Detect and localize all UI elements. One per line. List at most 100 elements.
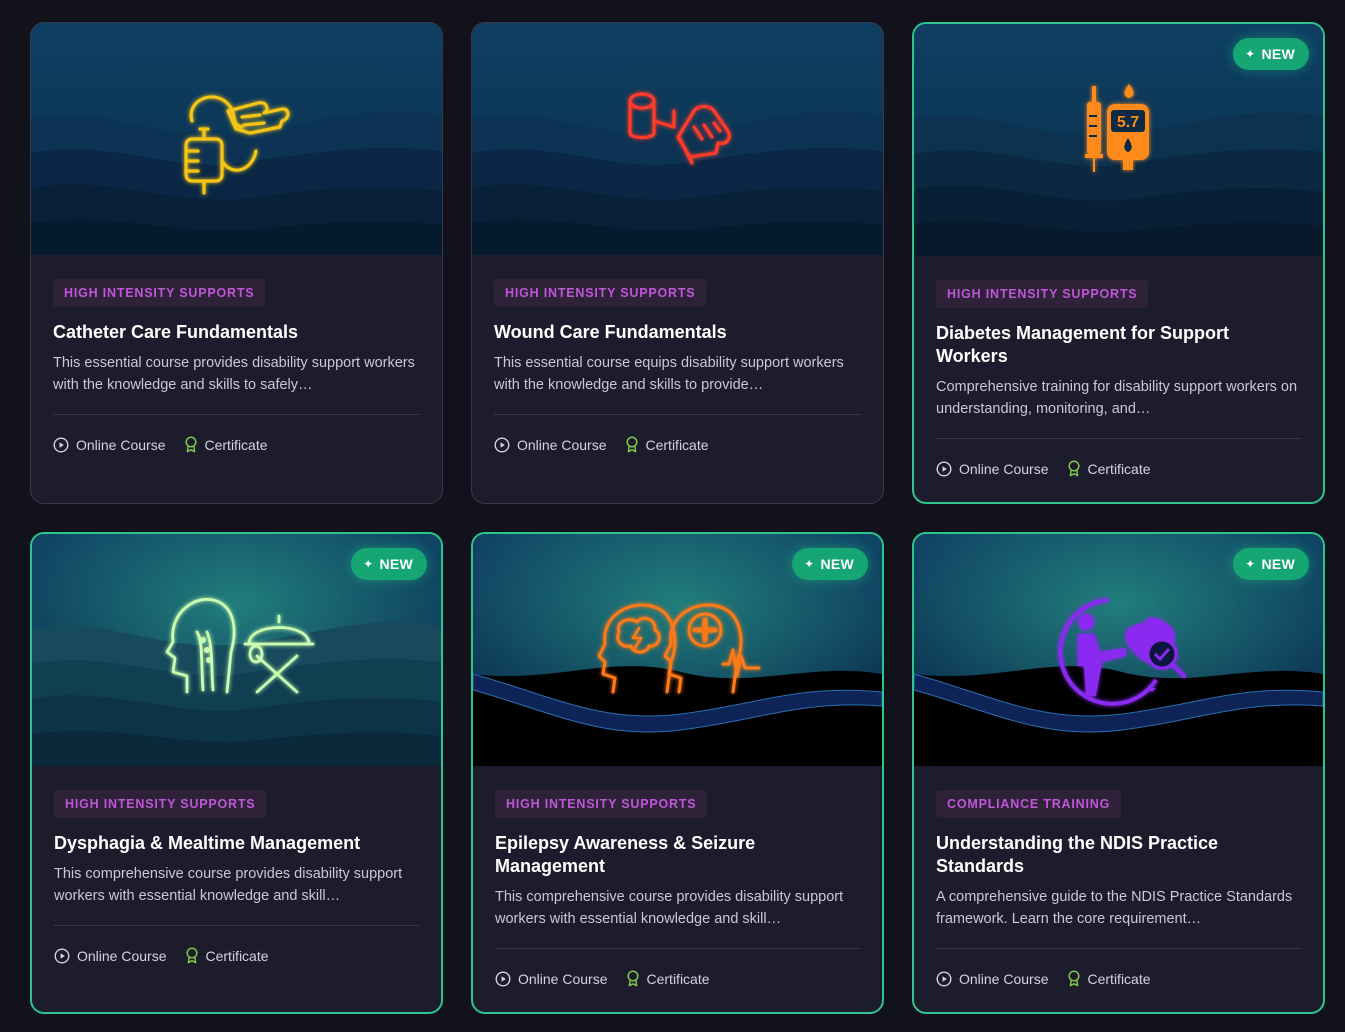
- course-credential-label: Certificate: [1087, 460, 1151, 477]
- divider: [936, 438, 1301, 439]
- course-description: This comprehensive course provides disab…: [54, 866, 403, 904]
- divider: [494, 414, 861, 415]
- category-tag: HIGH INTENSITY SUPPORTS: [54, 790, 267, 818]
- course-title[interactable]: Diabetes Management for Support Workers: [936, 322, 1301, 368]
- course-credential-label: Certificate: [645, 436, 709, 453]
- sparkle-icon: ✦: [1245, 47, 1256, 61]
- course-credential: Certificate: [185, 947, 269, 964]
- course-type-label: Online Course: [959, 460, 1049, 477]
- award-ribbon-icon: [1067, 970, 1080, 987]
- new-badge-label: NEW: [1261, 46, 1295, 62]
- course-type-label: Online Course: [517, 436, 607, 453]
- sparkle-icon: ✦: [1245, 557, 1256, 571]
- course-meta: Online Course Certificate: [936, 460, 1301, 477]
- course-card-body: HIGH INTENSITY SUPPORTS Dysphagia & Meal…: [32, 766, 441, 964]
- course-type: Online Course: [936, 971, 1049, 987]
- course-card-body: HIGH INTENSITY SUPPORTS Epilepsy Awarene…: [473, 766, 882, 987]
- course-card-1[interactable]: HIGH INTENSITY SUPPORTS Catheter Care Fu…: [30, 22, 443, 504]
- new-badge-label: NEW: [379, 556, 413, 572]
- course-description: Comprehensive training for disability su…: [936, 379, 1298, 417]
- course-credential-label: Certificate: [1087, 970, 1151, 987]
- category-tag: COMPLIANCE TRAINING: [936, 790, 1122, 818]
- course-credential-label: Certificate: [205, 947, 269, 964]
- course-title[interactable]: Wound Care Fundamentals: [494, 321, 861, 344]
- play-circle-icon: [53, 436, 69, 453]
- award-ribbon-icon: [1067, 460, 1080, 477]
- course-grid: HIGH INTENSITY SUPPORTS Catheter Care Fu…: [30, 22, 1325, 1014]
- course-credential: Certificate: [1067, 460, 1151, 477]
- sparkle-icon: ✦: [363, 557, 374, 571]
- course-meta: Online Course Certificate: [495, 970, 860, 987]
- new-badge: ✦ NEW: [792, 548, 868, 580]
- course-type-label: Online Course: [76, 436, 166, 453]
- course-thumbnail: 5.7 ✦ NEW: [914, 24, 1323, 256]
- svg-text:5.7: 5.7: [1116, 114, 1138, 131]
- bandage-glove-icon: [618, 81, 738, 186]
- course-credential-label: Certificate: [204, 436, 268, 453]
- award-ribbon-icon: [626, 970, 639, 987]
- course-title[interactable]: Dysphagia & Mealtime Management: [54, 832, 419, 855]
- swallowing-head-cloche-icon: [157, 592, 317, 707]
- award-ribbon-icon: [625, 436, 638, 453]
- course-meta: Online Course Certificate: [936, 970, 1301, 987]
- new-badge: ✦ NEW: [1233, 548, 1309, 580]
- course-card-body: HIGH INTENSITY SUPPORTS Diabetes Managem…: [914, 256, 1323, 477]
- course-card-3[interactable]: 5.7 ✦ NEW HIGH INTENSITY SUPPORTS Diabet…: [912, 22, 1325, 504]
- course-card-body: COMPLIANCE TRAINING Understanding the ND…: [914, 766, 1323, 987]
- course-type-label: Online Course: [77, 947, 167, 964]
- play-circle-icon: [936, 970, 952, 987]
- catheter-bag-hand-icon: [172, 81, 302, 206]
- course-title[interactable]: Epilepsy Awareness & Seizure Management: [495, 832, 860, 878]
- course-credential: Certificate: [1067, 970, 1151, 987]
- course-thumbnail: [31, 23, 442, 255]
- course-type: Online Course: [54, 948, 167, 964]
- course-description: This essential course equips disability …: [494, 355, 844, 393]
- divider: [54, 925, 419, 926]
- course-card-6[interactable]: ✦ NEW COMPLIANCE TRAINING Understanding …: [912, 532, 1325, 1014]
- play-circle-icon: [936, 460, 952, 477]
- course-type: Online Course: [53, 437, 166, 453]
- category-tag: HIGH INTENSITY SUPPORTS: [494, 279, 707, 307]
- course-description: This comprehensive course provides disab…: [495, 889, 844, 927]
- course-thumbnail: [472, 23, 883, 255]
- course-card-body: HIGH INTENSITY SUPPORTS Catheter Care Fu…: [31, 255, 442, 453]
- course-meta: Online Course Certificate: [53, 436, 420, 453]
- new-badge: ✦ NEW: [1233, 38, 1309, 70]
- course-credential: Certificate: [625, 436, 709, 453]
- course-meta: Online Course Certificate: [54, 947, 419, 964]
- award-ribbon-icon: [184, 436, 197, 453]
- course-card-2[interactable]: HIGH INTENSITY SUPPORTS Wound Care Funda…: [471, 22, 884, 504]
- course-title[interactable]: Catheter Care Fundamentals: [53, 321, 420, 344]
- course-credential: Certificate: [626, 970, 710, 987]
- play-circle-icon: [54, 947, 70, 964]
- course-credential-label: Certificate: [646, 970, 710, 987]
- course-type: Online Course: [936, 461, 1049, 477]
- course-card-body: HIGH INTENSITY SUPPORTS Wound Care Funda…: [472, 255, 883, 453]
- person-australia-check-icon: [1044, 592, 1194, 717]
- new-badge: ✦ NEW: [351, 548, 427, 580]
- course-credential: Certificate: [184, 436, 268, 453]
- new-badge-label: NEW: [820, 556, 854, 572]
- category-tag: HIGH INTENSITY SUPPORTS: [936, 280, 1149, 308]
- course-type: Online Course: [495, 971, 608, 987]
- course-type: Online Course: [494, 437, 607, 453]
- course-thumbnail: ✦ NEW: [473, 534, 882, 766]
- course-card-4[interactable]: ✦ NEW HIGH INTENSITY SUPPORTS Dysphagia …: [30, 532, 443, 1014]
- category-tag: HIGH INTENSITY SUPPORTS: [495, 790, 708, 818]
- play-circle-icon: [494, 436, 510, 453]
- divider: [936, 948, 1301, 949]
- category-tag: HIGH INTENSITY SUPPORTS: [53, 279, 266, 307]
- course-type-label: Online Course: [518, 970, 608, 987]
- sparkle-icon: ✦: [804, 557, 815, 571]
- course-thumbnail: ✦ NEW: [32, 534, 441, 766]
- new-badge-label: NEW: [1261, 556, 1295, 572]
- syringe-glucose-meter-icon: 5.7: [1079, 82, 1159, 187]
- course-description: A comprehensive guide to the NDIS Practi…: [936, 889, 1293, 927]
- course-description: This essential course provides disabilit…: [53, 355, 415, 393]
- divider: [53, 414, 420, 415]
- play-circle-icon: [495, 970, 511, 987]
- course-type-label: Online Course: [959, 970, 1049, 987]
- brain-seizure-icon: [593, 592, 763, 707]
- course-card-5[interactable]: ✦ NEW HIGH INTENSITY SUPPORTS Epilepsy A…: [471, 532, 884, 1014]
- course-title[interactable]: Understanding the NDIS Practice Standard…: [936, 832, 1301, 878]
